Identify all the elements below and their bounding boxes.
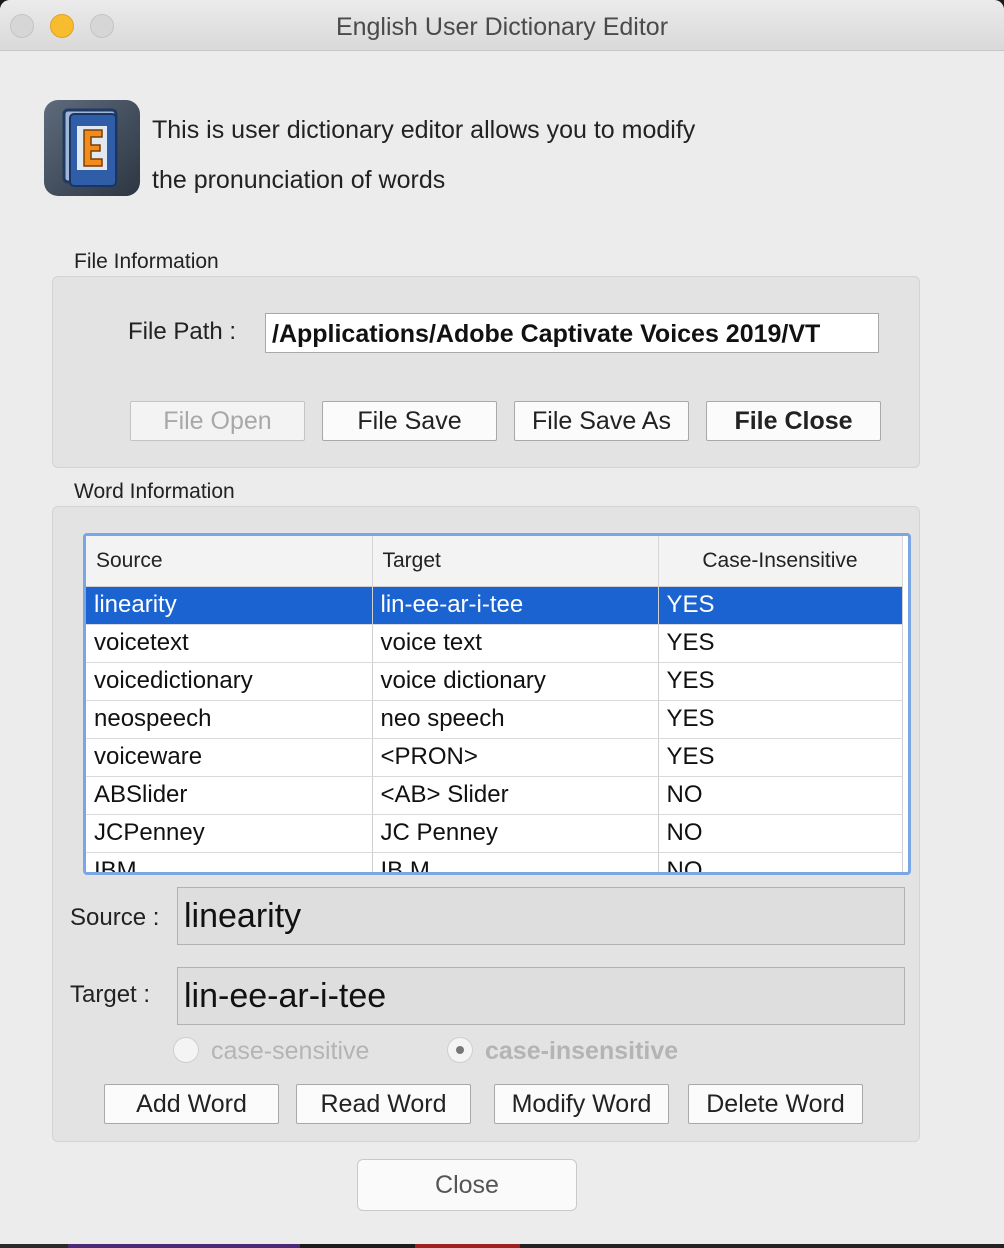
file-path-field[interactable]: /Applications/Adobe Captivate Voices 201… <box>265 313 879 353</box>
cell-case: NO <box>658 814 903 853</box>
cell-case: YES <box>658 738 903 777</box>
target-input[interactable]: lin-ee-ar-i-tee <box>177 967 905 1025</box>
case-sensitive-label: case-sensitive <box>211 1037 370 1065</box>
cell-source: voicedictionary <box>86 662 373 701</box>
source-input[interactable]: linearity <box>177 887 905 945</box>
cell-target: lin-ee-ar-i-tee <box>372 586 659 625</box>
column-header-source[interactable]: Source <box>86 536 373 587</box>
cell-target: IB M <box>372 852 659 872</box>
dictionary-book-icon <box>44 100 140 196</box>
cell-target: voice text <box>372 624 659 663</box>
delete-word-button[interactable]: Delete Word <box>688 1084 863 1124</box>
cell-source: linearity <box>86 586 373 625</box>
radio-selected-dot <box>456 1046 464 1054</box>
word-information-label: Word Information <box>74 480 235 503</box>
read-word-button[interactable]: Read Word <box>296 1084 471 1124</box>
cell-target: <AB> Slider <box>372 776 659 815</box>
table-row[interactable]: IBM IB M NO <box>86 852 903 872</box>
cell-case: YES <box>658 700 903 739</box>
cell-case: NO <box>658 852 903 872</box>
add-word-button[interactable]: Add Word <box>104 1084 279 1124</box>
target-label: Target : <box>70 981 151 1008</box>
file-open-button[interactable]: File Open <box>130 401 305 441</box>
cell-target: JC Penney <box>372 814 659 853</box>
cell-case: YES <box>658 662 903 701</box>
table-header-row: Source Target Case-Insensitive <box>86 536 903 587</box>
cell-target: voice dictionary <box>372 662 659 701</box>
title-bar: English User Dictionary Editor <box>0 0 1004 51</box>
file-close-button[interactable]: File Close <box>706 401 881 441</box>
cell-case: YES <box>658 624 903 663</box>
table-row[interactable]: linearity lin-ee-ar-i-tee YES <box>86 586 903 625</box>
desktop-background-strip <box>0 1244 1004 1248</box>
file-information-label: File Information <box>74 250 219 273</box>
table-row[interactable]: voicetext voice text YES <box>86 624 903 663</box>
intro-line-1: This is user dictionary editor allows yo… <box>152 116 696 144</box>
table-row[interactable]: voicedictionary voice dictionary YES <box>86 662 903 701</box>
cell-source: neospeech <box>86 700 373 739</box>
case-insensitive-radio[interactable] <box>447 1037 473 1063</box>
table-row[interactable]: ABSlider <AB> Slider NO <box>86 776 903 815</box>
table-row[interactable]: voiceware <PRON> YES <box>86 738 903 777</box>
file-save-as-button[interactable]: File Save As <box>514 401 689 441</box>
cell-source: JCPenney <box>86 814 373 853</box>
case-sensitive-radio[interactable] <box>173 1037 199 1063</box>
table-row[interactable]: neospeech neo speech YES <box>86 700 903 739</box>
modify-word-button[interactable]: Modify Word <box>494 1084 669 1124</box>
intro-line-2: the pronunciation of words <box>152 166 446 194</box>
close-button[interactable]: Close <box>357 1159 577 1211</box>
cell-source: ABSlider <box>86 776 373 815</box>
cell-case: YES <box>658 586 903 625</box>
cell-target: neo speech <box>372 700 659 739</box>
intro-text: This is user dictionary editor allows yo… <box>152 105 695 205</box>
source-label: Source : <box>70 904 160 931</box>
window-title: English User Dictionary Editor <box>335 13 669 41</box>
case-insensitive-label: case-insensitive <box>485 1037 679 1065</box>
file-save-button[interactable]: File Save <box>322 401 497 441</box>
word-table[interactable]: Source Target Case-Insensitive linearity… <box>83 533 911 875</box>
cell-source: IBM <box>86 852 373 872</box>
column-header-case[interactable]: Case-Insensitive <box>658 536 903 587</box>
cell-source: voiceware <box>86 738 373 777</box>
cell-target: <PRON> <box>372 738 659 777</box>
table-row[interactable]: JCPenney JC Penney NO <box>86 814 903 853</box>
cell-source: voicetext <box>86 624 373 663</box>
dictionary-editor-window: English User Dictionary Editor This is u… <box>0 0 1004 1244</box>
cell-case: NO <box>658 776 903 815</box>
file-path-label: File Path : <box>128 318 237 345</box>
column-header-target[interactable]: Target <box>372 536 659 587</box>
